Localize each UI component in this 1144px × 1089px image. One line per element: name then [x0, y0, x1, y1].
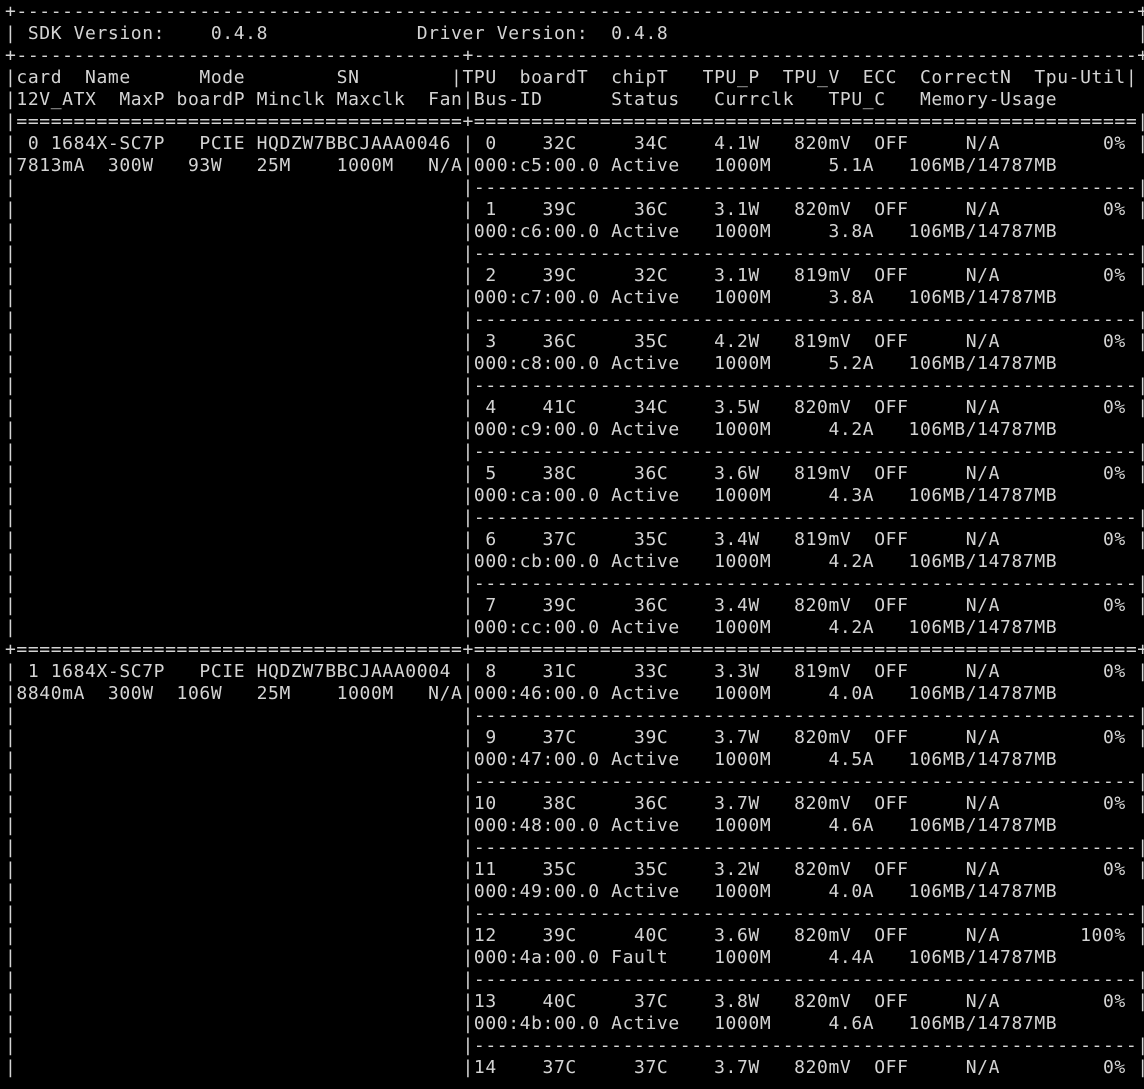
terminal-line: | |000:48:00.0 Active 1000M 4.6A 106MB/1… [5, 815, 1144, 836]
terminal-line: | |000:cc:00.0 Active 1000M 4.2A 106MB/1… [5, 617, 1144, 638]
terminal-line: |=======================================… [5, 111, 1144, 132]
terminal-line: | | 1 39C 36C 3.1W 820mV OFF N/A 0% | [5, 199, 1144, 220]
terminal-line: | | 6 37C 35C 3.4W 819mV OFF N/A 0% | [5, 529, 1144, 550]
terminal-line: | |000:c7:00.0 Active 1000M 3.8A 106MB/1… [5, 287, 1144, 308]
terminal-line: | | 4 41C 34C 3.5W 820mV OFF N/A 0% | [5, 397, 1144, 418]
terminal-line: | |000:4a:00.0 Fault 1000M 4.4A 106MB/14… [5, 947, 1144, 968]
terminal-line: | |-------------------------------------… [5, 441, 1144, 462]
terminal-line: |12V_ATX MaxP boardP Minclk Maxclk Fan|B… [5, 89, 1144, 110]
terminal-line: | |13 40C 37C 3.8W 820mV OFF N/A 0% | [5, 991, 1144, 1012]
terminal-line: | 1 1684X-SC7P PCIE HQDZW7BBCJAAA0004 | … [5, 661, 1144, 682]
terminal-line: | |000:49:00.0 Active 1000M 4.0A 106MB/1… [5, 881, 1144, 902]
terminal-line: | |000:47:00.0 Active 1000M 4.5A 106MB/1… [5, 749, 1144, 770]
terminal-line: | |-------------------------------------… [5, 705, 1144, 726]
terminal-line: | | 2 39C 32C 3.1W 819mV OFF N/A 0% | [5, 265, 1144, 286]
terminal-line: | | 3 36C 35C 4.2W 819mV OFF N/A 0% | [5, 331, 1144, 352]
terminal-line: | |-------------------------------------… [5, 177, 1144, 198]
terminal-line: | |-------------------------------------… [5, 507, 1144, 528]
terminal-line: | |-------------------------------------… [5, 309, 1144, 330]
terminal-line: | |000:c9:00.0 Active 1000M 4.2A 106MB/1… [5, 419, 1144, 440]
terminal-line: |8840mA 300W 106W 25M 1000M N/A|000:46:0… [5, 683, 1144, 704]
terminal-line: | |10 38C 36C 3.7W 820mV OFF N/A 0% | [5, 793, 1144, 814]
terminal-line: | |14 37C 37C 3.7W 820mV OFF N/A 0% | [5, 1057, 1144, 1078]
terminal-line: | |-------------------------------------… [5, 771, 1144, 792]
terminal-line: | 0 1684X-SC7P PCIE HQDZW7BBCJAAA0046 | … [5, 133, 1144, 154]
terminal-line: +=======================================… [5, 639, 1144, 660]
terminal-line: | | 5 38C 36C 3.6W 819mV OFF N/A 0% | [5, 463, 1144, 484]
terminal-line: | | 7 39C 36C 3.4W 820mV OFF N/A 0% | [5, 595, 1144, 616]
terminal-line: | |000:cb:00.0 Active 1000M 4.2A 106MB/1… [5, 551, 1144, 572]
terminal-line: | |-------------------------------------… [5, 375, 1144, 396]
terminal-line: | |000:c6:00.0 Active 1000M 3.8A 106MB/1… [5, 221, 1144, 242]
terminal-line: | |-------------------------------------… [5, 969, 1144, 990]
terminal-window[interactable]: +---------------------------------------… [5, 1, 1144, 1089]
tpu-status-table: +---------------------------------------… [5, 1, 1144, 1079]
terminal-line: |card Name Mode SN |TPU boardT chipT TPU… [5, 67, 1138, 88]
terminal-line: +---------------------------------------… [5, 1, 1144, 22]
terminal-line: | |12 39C 40C 3.6W 820mV OFF N/A 100% | [5, 925, 1144, 946]
terminal-line: | | 9 37C 39C 3.7W 820mV OFF N/A 0% | [5, 727, 1144, 748]
terminal-line: | |000:ca:00.0 Active 1000M 4.3A 106MB/1… [5, 485, 1144, 506]
terminal-line: | |-------------------------------------… [5, 837, 1144, 858]
terminal-line: |7813mA 300W 93W 25M 1000M N/A|000:c5:00… [5, 155, 1144, 176]
terminal-line: | |000:4b:00.0 Active 1000M 4.6A 106MB/1… [5, 1013, 1144, 1034]
terminal-line: | SDK Version: 0.4.8 Driver Version: 0.4… [5, 23, 1144, 44]
terminal-line: | |-------------------------------------… [5, 573, 1144, 594]
terminal-line: | |000:c8:00.0 Active 1000M 5.2A 106MB/1… [5, 353, 1144, 374]
terminal-line: | |11 35C 35C 3.2W 820mV OFF N/A 0% | [5, 859, 1144, 880]
terminal-line: | |-------------------------------------… [5, 1035, 1144, 1056]
terminal-line: +---------------------------------------… [5, 45, 1144, 66]
terminal-line: | |-------------------------------------… [5, 243, 1144, 264]
terminal-line: | |-------------------------------------… [5, 903, 1144, 924]
